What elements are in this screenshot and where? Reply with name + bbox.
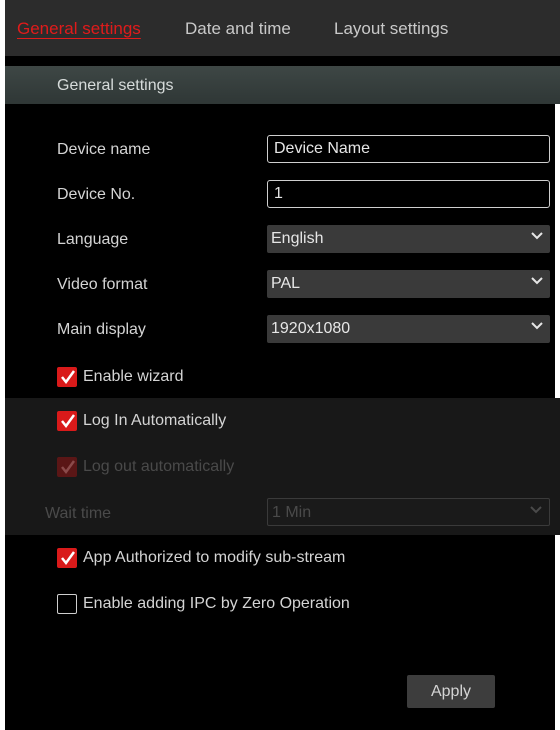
video-format-value: PAL: [271, 275, 301, 292]
wait-time-select: 1 Min: [267, 498, 550, 526]
device-no-label: Device No.: [57, 186, 136, 203]
language-value: English: [271, 230, 324, 247]
app-authorized-label: App Authorized to modify sub-stream: [83, 549, 346, 566]
chevron-down-icon: [531, 322, 543, 330]
chevron-down-icon: [531, 232, 543, 240]
zero-operation-label: Enable adding IPC by Zero Operation: [83, 595, 350, 612]
log-in-automatically-checkbox[interactable]: Log In Automatically: [57, 409, 226, 433]
divider: [5, 56, 560, 66]
app-authorized-checkbox[interactable]: App Authorized to modify sub-stream: [57, 546, 345, 570]
log-out-automatically-label: Log out automatically: [83, 458, 235, 475]
tab-general-settings[interactable]: General settings: [17, 19, 141, 39]
checkbox-checked-icon[interactable]: [57, 411, 77, 431]
checkbox-checked-icon[interactable]: [57, 367, 77, 387]
device-name-label: Device name: [57, 141, 151, 158]
enable-wizard-label: Enable wizard: [83, 368, 184, 385]
main-display-select[interactable]: 1920x1080: [267, 315, 550, 343]
tab-date-and-time[interactable]: Date and time: [185, 19, 291, 39]
chevron-down-icon: [530, 506, 542, 514]
log-in-automatically-label: Log In Automatically: [83, 412, 227, 429]
enable-wizard-checkbox[interactable]: Enable wizard: [57, 365, 184, 389]
language-label: Language: [57, 231, 129, 248]
section-header: General settings: [5, 66, 560, 104]
device-name-input[interactable]: [267, 135, 550, 163]
log-out-automatically-checkbox: Log out automatically: [57, 455, 234, 479]
wait-time-label: Wait time: [45, 505, 112, 522]
video-format-label: Video format: [57, 276, 148, 293]
section-title: General settings: [57, 77, 174, 94]
checkbox-checked-icon[interactable]: [57, 548, 77, 568]
checkbox-checked-icon: [57, 457, 77, 477]
apply-button[interactable]: Apply: [407, 675, 495, 708]
chevron-down-icon: [531, 277, 543, 285]
zero-operation-checkbox[interactable]: Enable adding IPC by Zero Operation: [57, 592, 350, 616]
tab-layout-settings[interactable]: Layout settings: [334, 19, 448, 39]
wait-time-value: 1 Min: [272, 504, 312, 521]
device-no-input[interactable]: [267, 180, 550, 208]
language-select[interactable]: English: [267, 225, 550, 253]
main-display-value: 1920x1080: [271, 320, 351, 337]
video-format-select[interactable]: PAL: [267, 270, 550, 298]
checkbox-unchecked-icon[interactable]: [57, 594, 77, 614]
general-settings-window: General settings Date and time Layout se…: [5, 0, 560, 730]
tab-bar: General settings Date and time Layout se…: [5, 0, 560, 56]
main-display-label: Main display: [57, 321, 146, 338]
